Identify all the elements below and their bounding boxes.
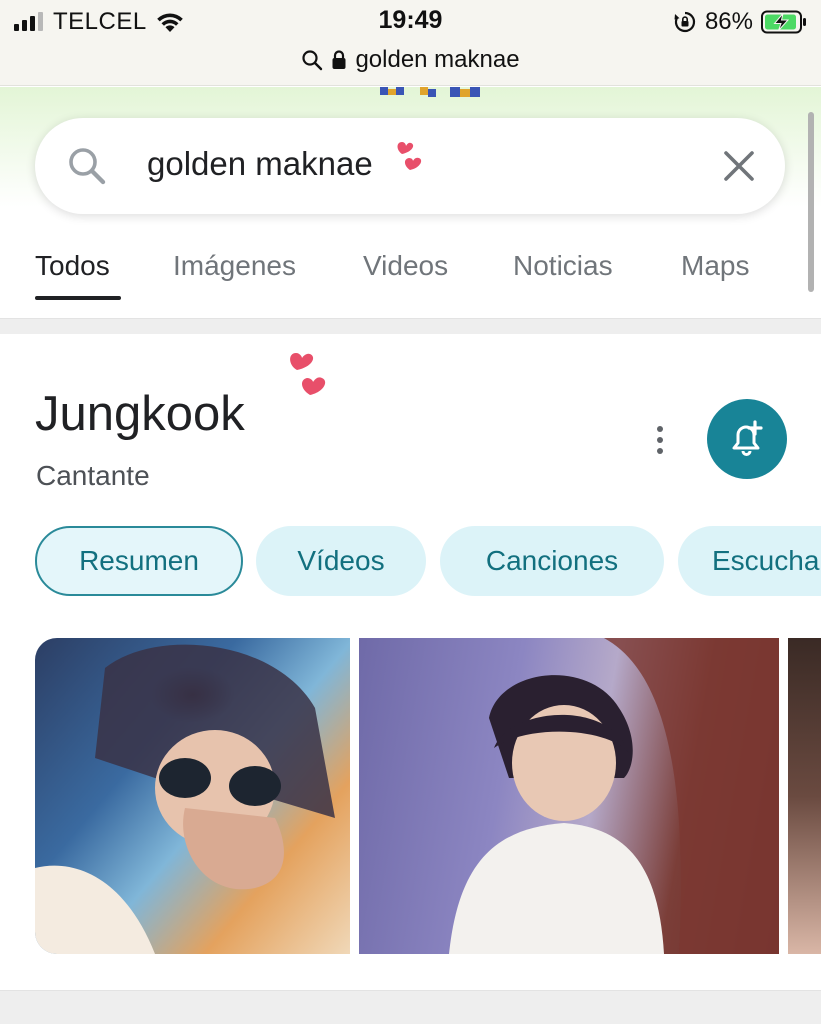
status-right: 86% xyxy=(673,8,807,36)
battery-percent: 86% xyxy=(704,8,753,35)
tab-imagenes[interactable]: Imágenes xyxy=(173,250,296,282)
heart-sticker xyxy=(397,142,422,170)
tab-todos[interactable]: Todos xyxy=(35,250,110,282)
section-divider xyxy=(0,318,821,334)
entity-image[interactable] xyxy=(359,638,779,954)
chip-escucha[interactable]: Escucha xyxy=(678,526,821,596)
follow-button[interactable] xyxy=(707,399,787,479)
lock-icon xyxy=(332,50,346,69)
tab-noticias[interactable]: Noticias xyxy=(513,250,613,282)
search-icon xyxy=(302,50,323,71)
entity-title: Jungkook xyxy=(35,387,245,441)
tab-maps[interactable]: Maps xyxy=(681,250,749,282)
search-tabs: Todos Imágenes Videos Noticias Maps xyxy=(0,240,821,310)
search-query-text: golden maknae xyxy=(147,145,373,182)
entity-chips: Resumen Vídeos Canciones Escucha xyxy=(0,526,821,598)
entity-image[interactable] xyxy=(35,638,350,954)
active-tab-indicator xyxy=(35,296,121,300)
doodle-decoration xyxy=(380,87,480,97)
entity-subtitle: Cantante xyxy=(36,460,150,491)
url-text: golden maknae xyxy=(355,46,520,73)
bell-plus-icon xyxy=(732,420,763,456)
chip-resumen[interactable]: Resumen xyxy=(35,526,243,596)
battery-charging-icon xyxy=(761,10,806,34)
photo-placeholder xyxy=(449,638,779,954)
status-bar: TELCEL 19:49 86% golden maknae xyxy=(0,0,821,86)
entity-image[interactable] xyxy=(788,638,821,954)
more-vert-icon[interactable] xyxy=(652,424,668,456)
address-bar[interactable]: golden maknae xyxy=(0,44,821,76)
photo-placeholder xyxy=(35,644,335,954)
scrollbar[interactable] xyxy=(808,112,814,292)
section-divider xyxy=(0,990,821,1024)
chip-canciones[interactable]: Canciones xyxy=(440,526,664,596)
tab-videos[interactable]: Videos xyxy=(363,250,448,282)
search-icon xyxy=(69,148,106,185)
rotation-lock-icon xyxy=(674,11,696,33)
heart-sticker xyxy=(290,353,326,395)
chip-videos[interactable]: Vídeos xyxy=(256,526,426,596)
close-icon[interactable] xyxy=(719,146,759,186)
